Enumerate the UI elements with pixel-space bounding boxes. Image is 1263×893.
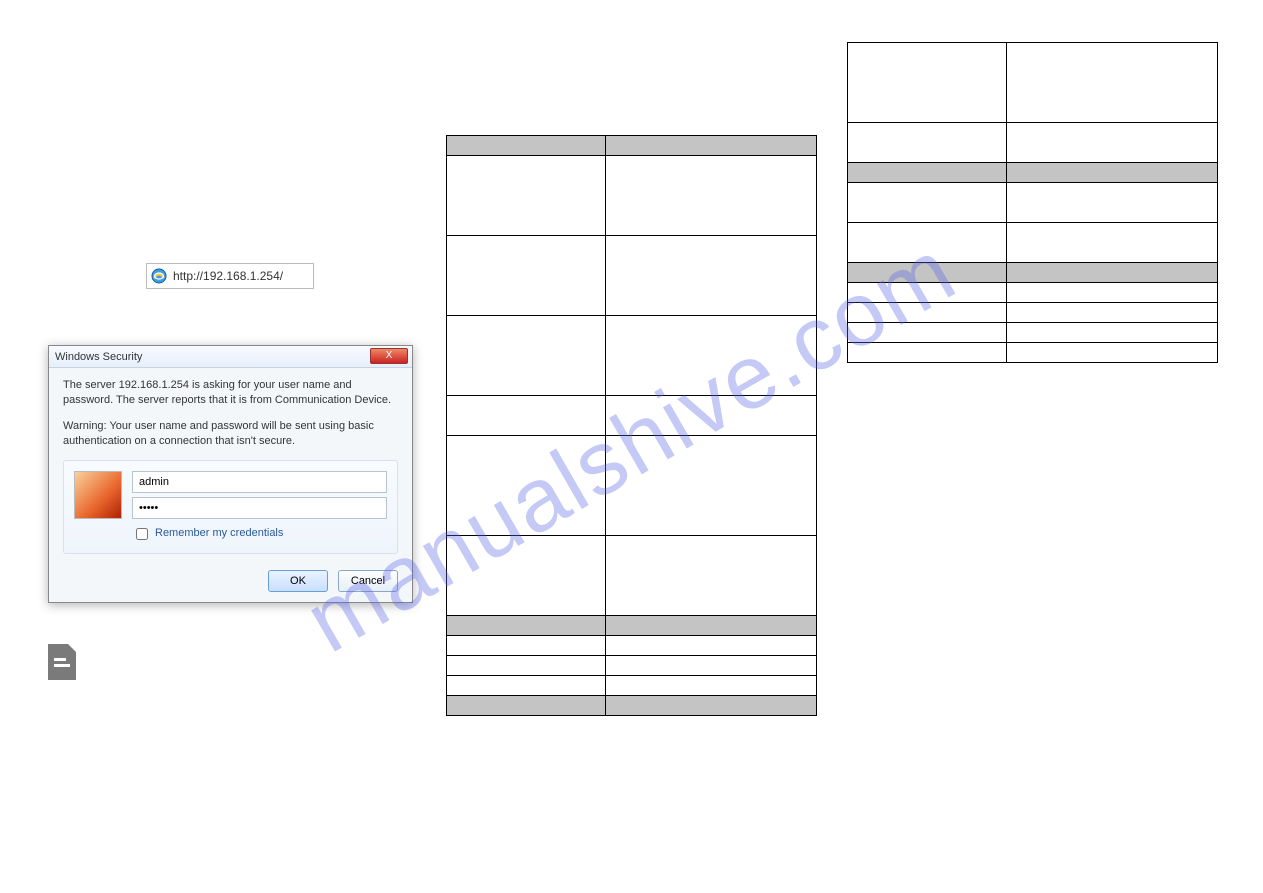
table-row [447, 636, 817, 656]
table-row [447, 536, 817, 616]
address-url: http://192.168.1.254/ [173, 269, 283, 283]
auth-dialog: Windows Security X The server 192.168.1.… [48, 345, 413, 603]
table-row [447, 696, 817, 716]
address-bar: http://192.168.1.254/ [146, 263, 314, 289]
password-input[interactable] [132, 497, 387, 519]
credential-avatar [74, 471, 122, 519]
remember-text: Remember my credentials [155, 526, 283, 541]
table-row [447, 676, 817, 696]
table-row [848, 183, 1218, 223]
dialog-message-1: The server 192.168.1.254 is asking for y… [63, 378, 398, 409]
table-row [447, 616, 817, 636]
table-row [848, 223, 1218, 263]
spec-table-2 [847, 42, 1218, 363]
table-row [447, 156, 817, 236]
table-row [447, 436, 817, 536]
table-row [848, 263, 1218, 283]
dialog-message-2: Warning: Your user name and password wil… [63, 419, 398, 450]
credentials-panel: Remember my credentials [63, 460, 398, 554]
table-row [447, 396, 817, 436]
dialog-titlebar: Windows Security X [49, 346, 412, 368]
table-row [848, 283, 1218, 303]
table-row [447, 236, 817, 316]
table-row [848, 123, 1218, 163]
remember-checkbox[interactable] [136, 528, 148, 540]
dialog-title-text: Windows Security [55, 351, 142, 363]
table-row [447, 316, 817, 396]
close-button[interactable]: X [370, 348, 408, 364]
table-row [848, 163, 1218, 183]
ie-icon [151, 268, 167, 284]
table-row [848, 303, 1218, 323]
document-icon [48, 644, 76, 680]
table-row [447, 656, 817, 676]
remember-label[interactable]: Remember my credentials [132, 525, 387, 543]
table-row [848, 43, 1218, 123]
table-row [848, 343, 1218, 363]
username-input[interactable] [132, 471, 387, 493]
spec-table-1 [446, 135, 817, 716]
ok-button[interactable]: OK [268, 570, 328, 592]
cancel-button[interactable]: Cancel [338, 570, 398, 592]
table-row [447, 136, 817, 156]
table-row [848, 323, 1218, 343]
